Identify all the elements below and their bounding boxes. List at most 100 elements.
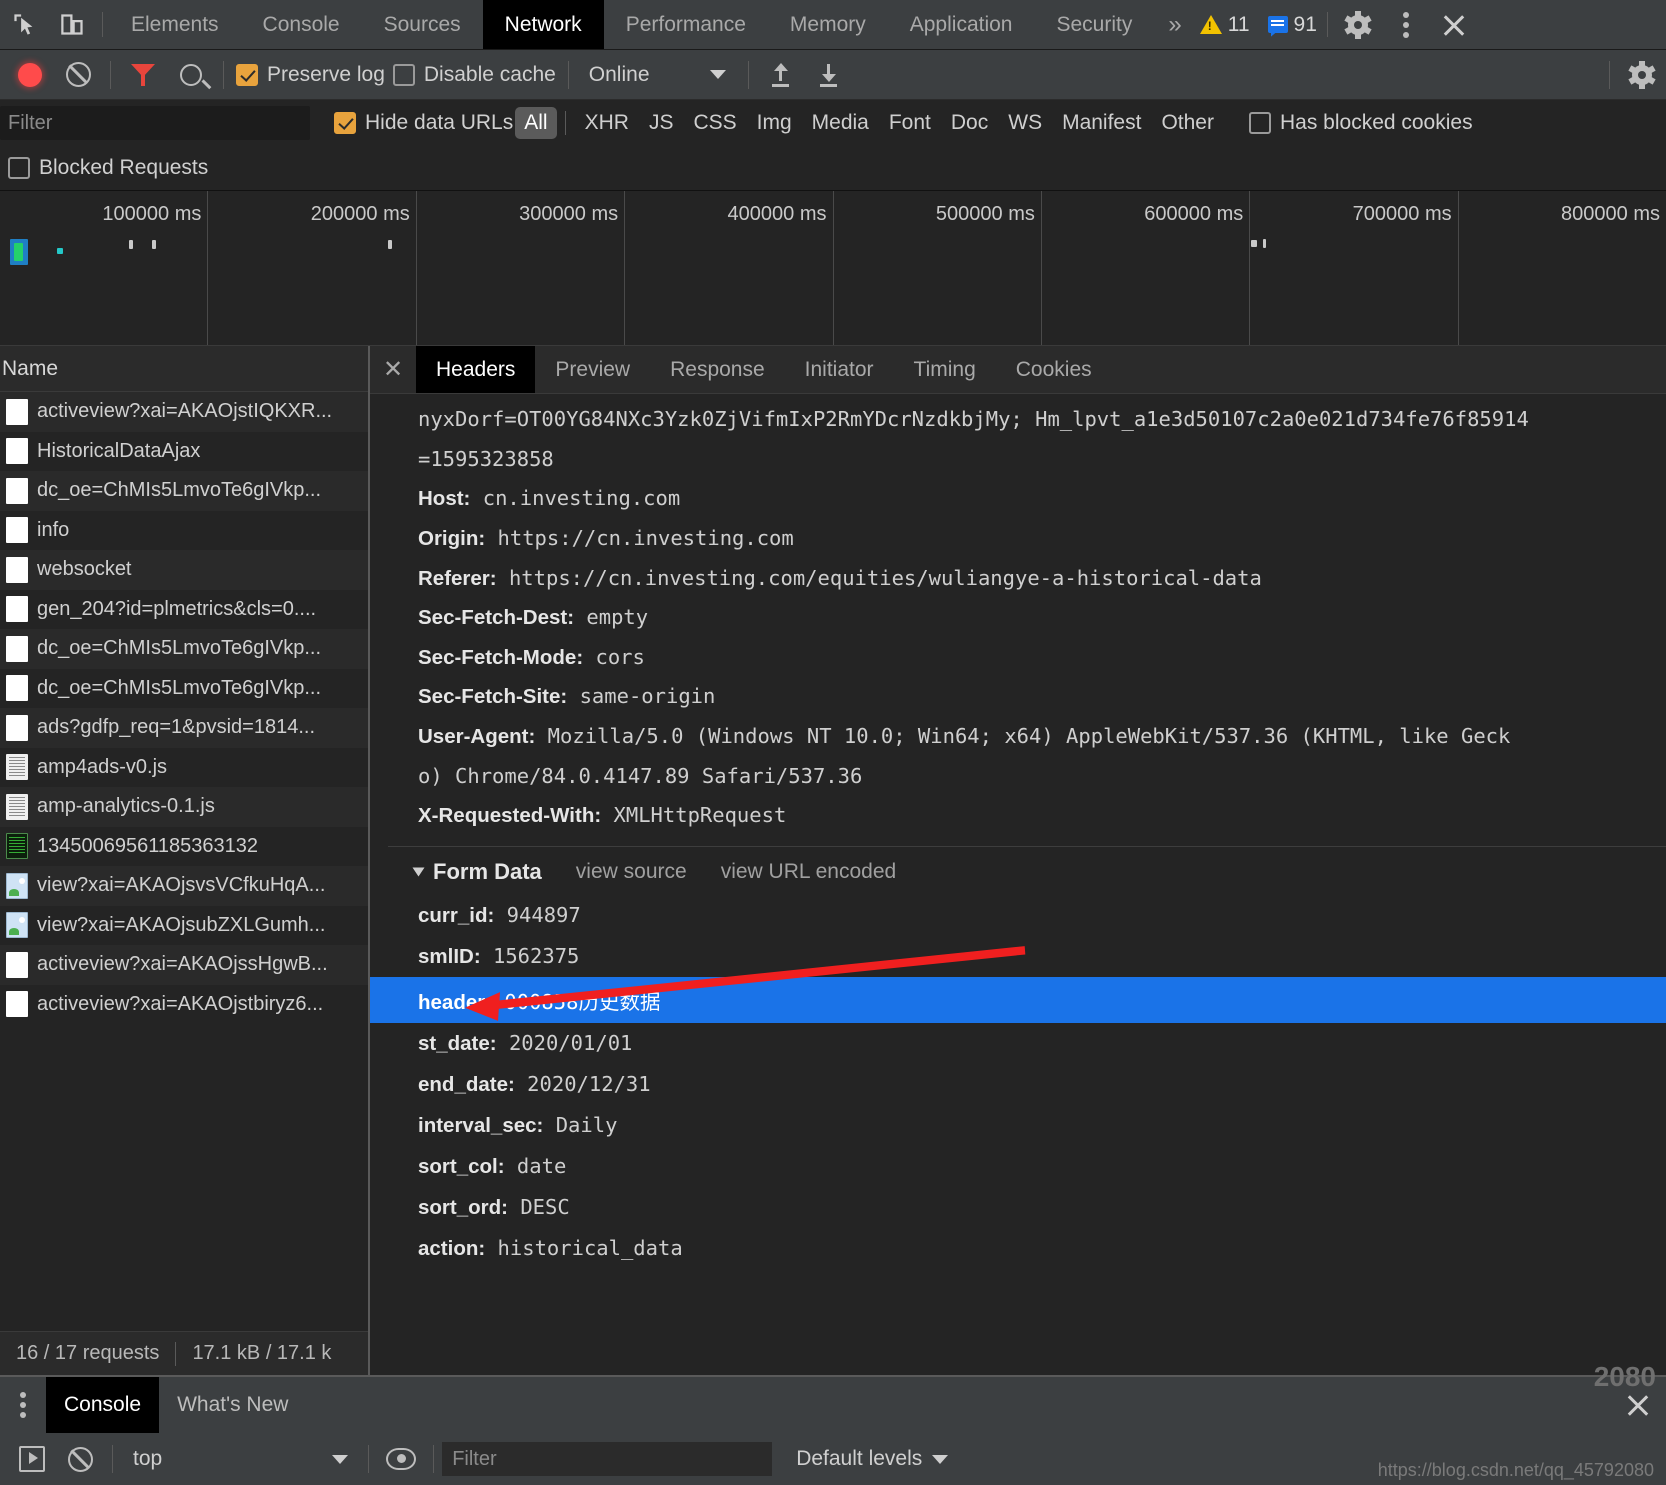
tab-performance[interactable]: Performance bbox=[604, 0, 768, 49]
tab-memory[interactable]: Memory bbox=[768, 0, 888, 49]
request-name: dc_oe=ChMIs5LmvoTe6gIVkp... bbox=[37, 479, 322, 502]
watermark-url: https://blog.csdn.net/qq_45792080 bbox=[1377, 1460, 1654, 1480]
table-row[interactable]: view?xai=AKAOjsvsVCfkuHqA... bbox=[0, 866, 368, 906]
table-row[interactable]: activeview?xai=AKAOjstbiryz6... bbox=[0, 985, 368, 1025]
form-data-row[interactable]: smlID: 1562375 bbox=[370, 936, 1666, 977]
type-filter-media[interactable]: Media bbox=[803, 107, 878, 139]
form-data-row[interactable]: sort_ord: DESC bbox=[370, 1187, 1666, 1228]
type-filter-js[interactable]: JS bbox=[640, 107, 683, 139]
warning-badge[interactable]: 11 bbox=[1196, 0, 1254, 49]
table-row[interactable]: info bbox=[0, 511, 368, 551]
filter-row-primary: Hide data URLs All XHR JS CSS Img Media … bbox=[0, 100, 1666, 146]
type-filter-css[interactable]: CSS bbox=[684, 107, 745, 139]
drawer-tab-whats-new[interactable]: What's New bbox=[159, 1377, 306, 1433]
console-context-dropdown[interactable]: top bbox=[121, 1447, 360, 1471]
type-filter-all[interactable]: All bbox=[515, 107, 557, 139]
execute-context-button[interactable] bbox=[8, 1434, 56, 1484]
drawer-kebab-menu-icon[interactable] bbox=[0, 1377, 46, 1433]
tab-console[interactable]: Console bbox=[241, 0, 362, 49]
chevron-down-icon bbox=[709, 70, 726, 79]
table-row[interactable]: dc_oe=ChMIs5LmvoTe6gIVkp... bbox=[0, 629, 368, 669]
record-button[interactable] bbox=[6, 50, 54, 100]
network-settings-button[interactable] bbox=[1618, 50, 1666, 100]
tab-security[interactable]: Security bbox=[1034, 0, 1154, 49]
table-row[interactable]: websocket bbox=[0, 550, 368, 590]
tab-sources[interactable]: Sources bbox=[362, 0, 483, 49]
kebab-dots bbox=[20, 1392, 26, 1418]
close-devtools-icon[interactable] bbox=[1430, 0, 1478, 49]
blocked-requests-checkbox[interactable]: Blocked Requests bbox=[8, 156, 208, 180]
view-source-link[interactable]: view source bbox=[576, 860, 687, 884]
message-badge[interactable]: 91 bbox=[1264, 0, 1321, 49]
form-data-row[interactable]: sort_col: date bbox=[370, 1146, 1666, 1187]
table-row[interactable]: activeview?xai=AKAOjssHgwB... bbox=[0, 945, 368, 985]
table-row[interactable]: ads?gdfp_req=1&pvsid=1814... bbox=[0, 708, 368, 748]
tab-response[interactable]: Response bbox=[650, 346, 785, 393]
type-filter-xhr[interactable]: XHR bbox=[576, 107, 638, 139]
form-data-row[interactable]: curr_id: 944897 bbox=[370, 895, 1666, 936]
close-detail-icon[interactable]: ✕ bbox=[370, 346, 416, 393]
hide-data-urls-checkbox[interactable]: Hide data URLs bbox=[334, 111, 513, 135]
form-data-section-header[interactable]: Form Data view source view URL encoded bbox=[370, 849, 1666, 895]
view-url-encoded-link[interactable]: view URL encoded bbox=[721, 860, 897, 884]
more-tabs-icon[interactable]: » bbox=[1154, 0, 1195, 49]
table-row[interactable]: amp-analytics-0.1.js bbox=[0, 787, 368, 827]
settings-gear-icon[interactable] bbox=[1334, 0, 1382, 49]
export-har-button[interactable] bbox=[805, 50, 853, 100]
console-levels-dropdown[interactable]: Default levels bbox=[796, 1447, 949, 1471]
tab-timing[interactable]: Timing bbox=[894, 346, 996, 393]
type-filter-doc[interactable]: Doc bbox=[942, 107, 997, 139]
preserve-log-checkbox[interactable]: Preserve log bbox=[232, 63, 389, 87]
tab-preview[interactable]: Preview bbox=[535, 346, 650, 393]
tab-cookies[interactable]: Cookies bbox=[996, 346, 1112, 393]
throttling-dropdown[interactable]: Online bbox=[585, 63, 726, 87]
type-filter-other[interactable]: Other bbox=[1152, 107, 1223, 139]
search-button[interactable] bbox=[167, 50, 215, 100]
network-overview-timeline[interactable]: 100000 ms 200000 ms 300000 ms 400000 ms … bbox=[0, 191, 1666, 346]
form-data-row[interactable]: interval_sec: Daily bbox=[370, 1105, 1666, 1146]
request-list[interactable]: activeview?xai=AKAOjstIQKXR... Historica… bbox=[0, 392, 368, 1331]
import-har-button[interactable] bbox=[757, 50, 805, 100]
clear-console-button[interactable] bbox=[56, 1434, 104, 1484]
chevron-down-icon bbox=[412, 867, 425, 877]
headers-content[interactable]: nyxDorf=OT00YG84NXc3Yzk0ZjVifmIxP2RmYDcr… bbox=[370, 394, 1666, 1375]
type-filter-ws[interactable]: WS bbox=[999, 107, 1051, 139]
table-row[interactable]: dc_oe=ChMIs5LmvoTe6gIVkp... bbox=[0, 471, 368, 511]
table-row[interactable]: view?xai=AKAOjsubZXLGumh... bbox=[0, 906, 368, 946]
form-data-row[interactable]: end_date: 2020/12/31 bbox=[370, 1064, 1666, 1105]
request-list-header[interactable]: Name bbox=[0, 346, 368, 392]
clear-button[interactable] bbox=[54, 50, 102, 100]
live-expression-button[interactable] bbox=[377, 1434, 425, 1484]
table-row[interactable]: gen_204?id=plmetrics&cls=0.... bbox=[0, 590, 368, 630]
form-data-row[interactable]: st_date: 2020/01/01 bbox=[370, 1023, 1666, 1064]
has-blocked-cookies-checkbox[interactable]: Has blocked cookies bbox=[1248, 111, 1473, 135]
type-filter-font[interactable]: Font bbox=[880, 107, 940, 139]
tab-initiator[interactable]: Initiator bbox=[785, 346, 894, 393]
tab-headers[interactable]: Headers bbox=[416, 346, 536, 393]
table-row[interactable]: HistoricalDataAjax bbox=[0, 432, 368, 472]
plain-document-icon bbox=[6, 635, 28, 662]
network-toolbar: Preserve log Disable cache Online bbox=[0, 50, 1666, 100]
tab-elements[interactable]: Elements bbox=[109, 0, 241, 49]
tab-application[interactable]: Application bbox=[888, 0, 1035, 49]
type-filter-manifest[interactable]: Manifest bbox=[1053, 107, 1150, 139]
filter-input[interactable] bbox=[0, 106, 310, 140]
type-filter-img[interactable]: Img bbox=[748, 107, 801, 139]
kebab-menu-icon[interactable] bbox=[1382, 0, 1430, 49]
table-row[interactable]: dc_oe=ChMIs5LmvoTe6gIVkp... bbox=[0, 669, 368, 709]
table-row[interactable]: 13450069561185363132 bbox=[0, 827, 368, 867]
form-data-row-selected[interactable]: header: 000858历史数据 bbox=[370, 976, 1666, 1023]
tab-network[interactable]: Network bbox=[482, 0, 604, 49]
device-toolbar-icon[interactable] bbox=[48, 0, 96, 49]
disable-cache-checkbox[interactable]: Disable cache bbox=[389, 63, 560, 87]
inspect-cursor-icon[interactable] bbox=[0, 0, 48, 49]
request-name: dc_oe=ChMIs5LmvoTe6gIVkp... bbox=[37, 676, 322, 699]
filter-toggle-button[interactable] bbox=[119, 50, 167, 100]
drawer-tab-console[interactable]: Console bbox=[46, 1377, 160, 1433]
table-row[interactable]: amp4ads-v0.js bbox=[0, 748, 368, 788]
overview-request-bar bbox=[1263, 239, 1266, 248]
table-row[interactable]: activeview?xai=AKAOjstIQKXR... bbox=[0, 392, 368, 432]
header-value: XMLHttpRequest bbox=[613, 803, 787, 828]
form-data-row[interactable]: action: historical_data bbox=[370, 1228, 1666, 1269]
console-filter-input[interactable] bbox=[442, 1442, 773, 1476]
